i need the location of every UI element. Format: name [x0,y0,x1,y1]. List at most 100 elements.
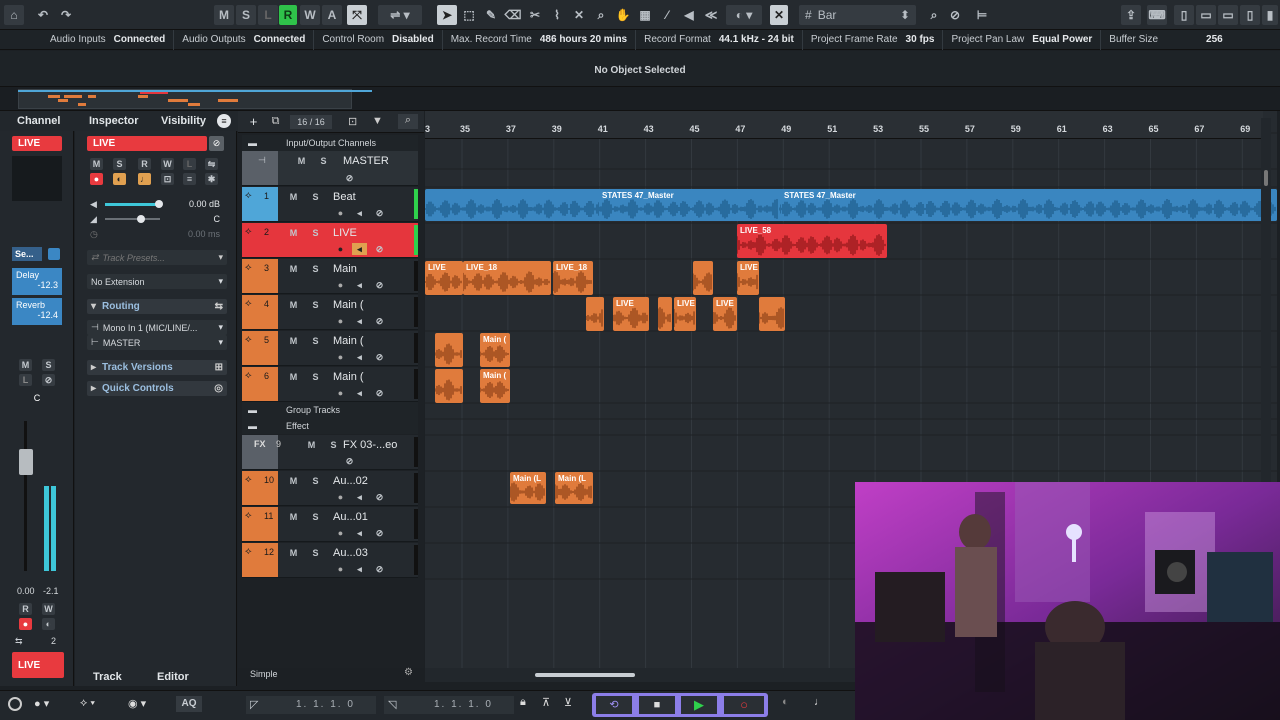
tab-channel[interactable]: Channel [17,115,60,127]
inspector-write-button[interactable]: W [161,158,174,170]
audio-event[interactable]: STATES 47_Master [599,189,779,221]
status-audio-inputs[interactable]: Audio Inputs Connected [0,29,175,50]
layout-panel-icon[interactable]: ▮ [1262,5,1278,25]
read-button[interactable]: R [19,603,32,615]
audio-event[interactable] [693,261,713,295]
line-tool-icon[interactable]: ⁄ [658,5,676,25]
status-audio-outputs[interactable]: Audio Outputs Connected [174,29,315,50]
undo-icon[interactable]: ↶ [34,5,52,25]
solo-button[interactable]: S [308,191,323,203]
audio-event[interactable]: LIVE [737,261,759,295]
grid-type-select[interactable]: # Bar ⬍ [799,5,916,25]
mute-button[interactable]: M [286,547,301,559]
audio-icon[interactable]: ⟡ ▾ [80,697,95,710]
scrollbar-thumb[interactable] [1264,170,1268,186]
record-mode-icon[interactable]: ● ▾ [34,697,49,710]
monitor-icon[interactable]: ◂ [352,491,367,503]
audio-event[interactable]: Main (L [555,472,593,504]
status-record-format[interactable]: Record Format 44.1 kHz - 24 bit [636,29,803,50]
track-5[interactable]: ⟡ 5 M S Main (● ◂ ⊘ [242,331,418,366]
audio-event[interactable]: Main ( [480,333,510,367]
mute-button[interactable]: M [294,155,309,167]
draw-tool-icon[interactable]: ✎ [482,5,500,25]
record-enable-icon[interactable]: ● [90,173,103,185]
volume-value[interactable]: 0.00 dB [175,199,220,209]
output-routing-select[interactable]: ⊢ MASTER ▾ [87,335,227,350]
solo-button[interactable]: S [308,299,323,311]
left-locator[interactable]: ◸ 1. 1. 1. 0 [246,696,376,714]
search-icon[interactable]: ⌕ [398,114,418,129]
edit-icon[interactable]: ⊘ [372,207,387,219]
monitor-icon[interactable]: ◂ [352,527,367,539]
redo-icon[interactable]: ↷ [57,5,75,25]
right-locator[interactable]: ◹ 1. 1. 1. 0 [384,696,514,714]
channel-mute-button[interactable]: M [19,359,32,371]
solo-mode-button[interactable]: S [236,5,256,25]
lanes-icon[interactable]: ≡ [183,173,196,185]
record-enable-icon[interactable]: ● [333,279,348,291]
menu-icon[interactable]: ≡ [217,114,231,128]
solo-button[interactable]: S [308,335,323,347]
erase-tool-icon[interactable]: ⌫ [504,5,522,25]
delay-value[interactable]: 0.00 ms [175,229,220,239]
comp-tool-icon[interactable]: ▦ [636,5,654,25]
mute-mode-button[interactable]: M [214,5,234,25]
track-6[interactable]: ⟡ 6 M S Main (● ◂ ⊘ [242,367,418,402]
status-control-room[interactable]: Control Room Disabled [314,29,443,50]
mute-button[interactable]: M [286,227,301,239]
mute-button[interactable]: M [286,371,301,383]
track-2[interactable]: ⟡ 2 M S LIVE ● ◂ ⊘ [242,223,418,258]
mute-button[interactable]: M [304,439,319,451]
write-automation-button[interactable]: W [300,5,320,25]
solo-button[interactable]: S [308,475,323,487]
status-frame-rate[interactable]: Project Frame Rate 30 fps [803,29,944,50]
edit-icon[interactable]: ⊘ [372,351,387,363]
track-versions-section[interactable]: ▸ Track Versions ⊞ [87,360,227,375]
edit-icon[interactable]: ⊘ [372,491,387,503]
listen-mode-button[interactable]: L [258,5,278,25]
input-routing-select[interactable]: ⊣ Mono In 1 (MIC/LINE/... ▾ [87,320,227,335]
record-enable-icon[interactable]: ● [333,351,348,363]
audio-event[interactable]: LIVE [613,297,649,331]
monitor-icon[interactable]: ◂ [352,279,367,291]
inspector-mute-button[interactable]: M [90,158,103,170]
monitor-icon[interactable]: ◂ [352,207,367,219]
audio-event[interactable]: LIVE [713,297,737,331]
monitor-icon[interactable]: ◂ [352,315,367,327]
monitor-icon[interactable]: ◐ [42,618,55,630]
pan-value[interactable]: C [175,214,221,224]
send-reverb[interactable]: Reverb -12.4 [12,298,62,325]
edit-icon[interactable]: ⊘ [372,387,387,399]
channel-pan[interactable]: C [30,393,44,403]
add-track-icon[interactable]: + [246,115,261,129]
home-icon[interactable]: ⌂ [4,5,24,25]
sends-label[interactable]: Se... [12,247,42,261]
mute-button[interactable]: M [286,511,301,523]
record-enable-icon[interactable]: ● [333,491,348,503]
audio-event[interactable] [586,297,604,331]
export-icon[interactable]: ⇪ [1121,5,1141,25]
play-tool-icon[interactable]: ◀ [680,5,698,25]
edit-icon[interactable]: ⊘ [342,455,357,467]
edit-icon[interactable]: ⊘ [372,563,387,575]
settings-icon[interactable]: ✱ [205,173,218,185]
record-enable-icon[interactable]: ● [333,207,348,219]
mute-button[interactable]: M [286,299,301,311]
glue-tool-icon[interactable]: ⌇ [548,5,566,25]
pan-slider[interactable] [105,218,160,220]
punch-icon[interactable]: ◐ [782,696,789,708]
record-enable-icon[interactable]: ● [333,315,348,327]
track-list-mode[interactable]: Simple [250,669,278,679]
solo-button[interactable]: S [308,511,323,523]
edit-icon[interactable]: ⊘ [342,172,357,184]
punch-out-icon[interactable]: ⊻ [564,696,572,709]
ruler[interactable]: 3 35 37 39 41 43 45 47 49 51 53 55 57 59 61 63 65 67 69 [425,111,1263,139]
layout-right-icon[interactable]: ▯ [1240,5,1260,25]
audio-event[interactable]: STATES 47_Master [781,189,1277,221]
quick-controls-section[interactable]: ▸ Quick Controls ◎ [87,381,227,396]
solo-button[interactable]: S [326,439,341,451]
snapshot-icon[interactable] [8,697,22,711]
inspector-solo-button[interactable]: S [113,158,126,170]
autoscroll-icon[interactable]: ⤧ [347,5,367,25]
tab-inspector[interactable]: Inspector [89,115,139,127]
